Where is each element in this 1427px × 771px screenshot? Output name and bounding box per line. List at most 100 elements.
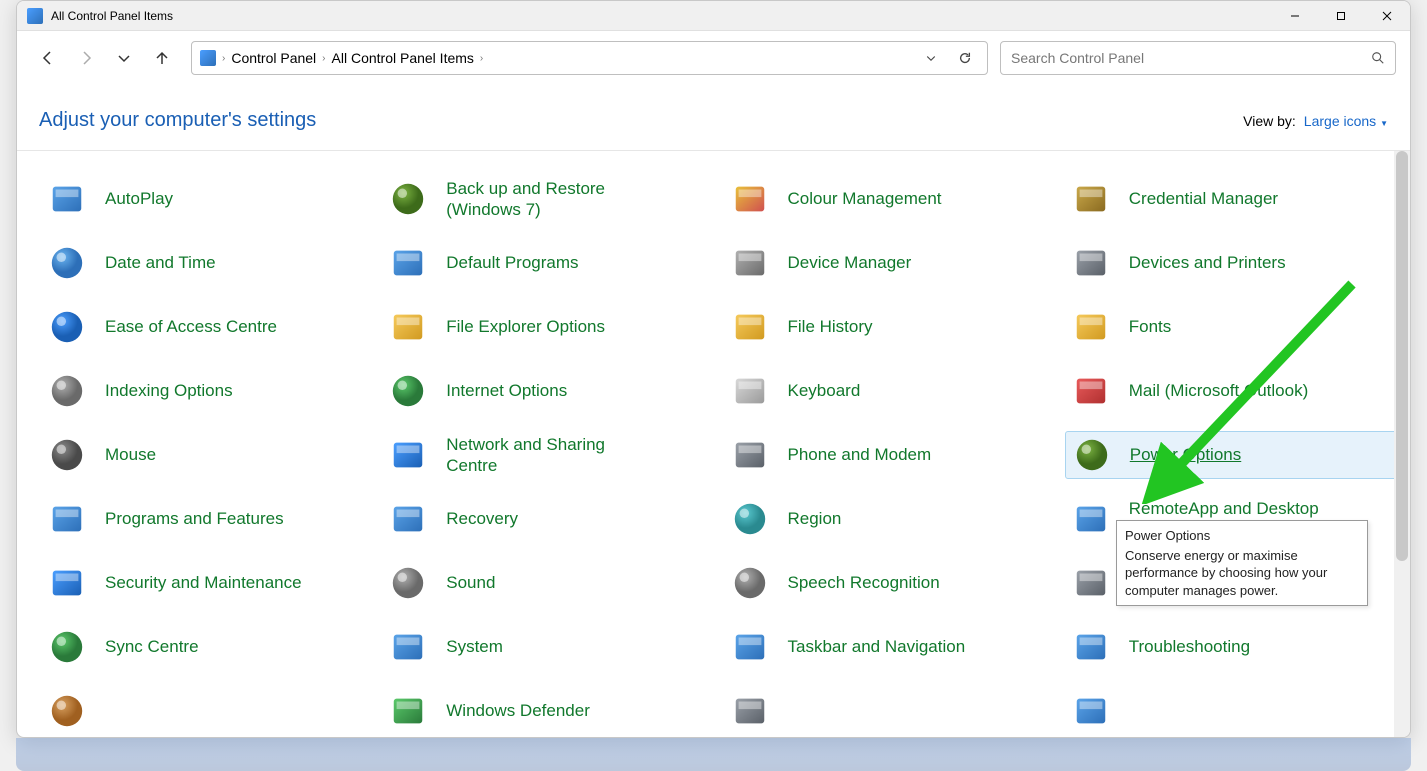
defender-icon	[388, 691, 428, 731]
cpl-item-autoplay[interactable]: AutoPlay	[41, 175, 374, 223]
content-area: AutoPlay Back up and Restore (Windows 7)…	[17, 151, 1410, 737]
power-icon	[1072, 435, 1112, 475]
cpl-item-label: Indexing Options	[105, 380, 233, 401]
forward-button[interactable]	[69, 41, 103, 75]
cpl-item-devicemgr[interactable]: Device Manager	[724, 239, 1057, 287]
search-box[interactable]	[1000, 41, 1396, 75]
tooltip-body: Conserve energy or maximise performance …	[1125, 547, 1359, 600]
devprint-icon	[1071, 243, 1111, 283]
recent-button[interactable]	[107, 41, 141, 75]
page-title: Adjust your computer's settings	[39, 109, 316, 132]
cpl-item-defaultprog[interactable]: Default Programs	[382, 239, 715, 287]
cpl-item-mouse[interactable]: Mouse	[41, 431, 374, 479]
viewby-dropdown[interactable]: Large icons ▼	[1304, 113, 1388, 129]
cpl-item-taskbar[interactable]: Taskbar and Navigation	[724, 623, 1057, 671]
address-icon	[200, 50, 216, 66]
system-icon	[388, 627, 428, 667]
cpl-item-recovery[interactable]: Recovery	[382, 495, 715, 543]
view-by-control: View by: Large icons ▼	[1243, 113, 1388, 129]
cpl-item-wintools[interactable]	[1065, 687, 1398, 735]
cpl-item-label: Devices and Printers	[1129, 252, 1286, 273]
taskbar-icon	[730, 627, 770, 667]
sound-icon	[388, 563, 428, 603]
window-controls	[1272, 1, 1410, 30]
up-button[interactable]	[145, 41, 179, 75]
cpl-item-label: Programs and Features	[105, 508, 284, 529]
search-input[interactable]	[1011, 50, 1371, 66]
cpl-item-label: Mail (Microsoft Outlook)	[1129, 380, 1308, 401]
sync-icon	[47, 627, 87, 667]
cpl-item-system[interactable]: System	[382, 623, 715, 671]
cpl-item-phone[interactable]: Phone and Modem	[724, 431, 1057, 479]
cpl-item-filehist[interactable]: File History	[724, 303, 1057, 351]
cpl-item-label: System	[446, 636, 503, 657]
cpl-item-speech[interactable]: Speech Recognition	[724, 559, 1057, 607]
navigation-bar: › Control Panel› All Control Panel Items…	[17, 31, 1410, 85]
back-button[interactable]	[31, 41, 65, 75]
breadcrumb-root[interactable]: Control Panel›	[231, 50, 325, 66]
programs-icon	[47, 499, 87, 539]
credential-icon	[1071, 179, 1111, 219]
search-icon	[1371, 51, 1385, 65]
mobility-icon	[730, 691, 770, 731]
address-bar[interactable]: › Control Panel› All Control Panel Items…	[191, 41, 988, 75]
cpl-item-fileexp[interactable]: File Explorer Options	[382, 303, 715, 351]
chevron-down-icon: ▼	[1380, 119, 1388, 128]
security-icon	[47, 563, 87, 603]
cpl-item-indexing[interactable]: Indexing Options	[41, 367, 374, 415]
refresh-button[interactable]	[951, 44, 979, 72]
cpl-item-mobility[interactable]	[724, 687, 1057, 735]
cpl-item-ease[interactable]: Ease of Access Centre	[41, 303, 374, 351]
cpl-item-datetime[interactable]: Date and Time	[41, 239, 374, 287]
cpl-item-sound[interactable]: Sound	[382, 559, 715, 607]
fileexp-icon	[388, 307, 428, 347]
cpl-item-useraccounts[interactable]	[41, 687, 374, 735]
phone-icon	[730, 435, 770, 475]
remoteapp-icon	[1071, 499, 1111, 539]
cpl-item-devprint[interactable]: Devices and Printers	[1065, 239, 1398, 287]
cpl-item-region[interactable]: Region	[724, 495, 1057, 543]
app-icon	[27, 8, 43, 24]
cpl-item-label: Security and Maintenance	[105, 572, 302, 593]
breadcrumb-current[interactable]: All Control Panel Items›	[332, 50, 484, 66]
network-icon	[388, 435, 428, 475]
scrollbar-thumb[interactable]	[1396, 151, 1408, 561]
tooltip-title: Power Options	[1125, 527, 1359, 545]
cpl-item-internet[interactable]: Internet Options	[382, 367, 715, 415]
backup-icon	[388, 179, 428, 219]
defaultprog-icon	[388, 243, 428, 283]
cpl-item-label: Taskbar and Navigation	[788, 636, 966, 657]
tooltip: Power Options Conserve energy or maximis…	[1116, 520, 1368, 606]
cpl-item-label: Sound	[446, 572, 495, 593]
recovery-icon	[388, 499, 428, 539]
cpl-item-power[interactable]: Power Options	[1065, 431, 1398, 479]
cpl-item-defender[interactable]: Windows Defender	[382, 687, 715, 735]
cpl-item-backup[interactable]: Back up and Restore (Windows 7)	[382, 175, 715, 223]
address-dropdown-button[interactable]	[917, 44, 945, 72]
cpl-item-mail[interactable]: Mail (Microsoft Outlook)	[1065, 367, 1398, 415]
cpl-item-label: Ease of Access Centre	[105, 316, 277, 337]
filehist-icon	[730, 307, 770, 347]
cpl-item-network[interactable]: Network and Sharing Centre	[382, 431, 715, 479]
fonts-icon	[1071, 307, 1111, 347]
titlebar: All Control Panel Items	[17, 1, 1410, 31]
cpl-item-troubleshoot[interactable]: Troubleshooting	[1065, 623, 1398, 671]
maximize-button[interactable]	[1318, 1, 1364, 30]
cpl-item-label: File History	[788, 316, 873, 337]
cpl-item-label: Keyboard	[788, 380, 861, 401]
cpl-item-credential[interactable]: Credential Manager	[1065, 175, 1398, 223]
cpl-item-keyboard[interactable]: Keyboard	[724, 367, 1057, 415]
close-button[interactable]	[1364, 1, 1410, 30]
breadcrumb-sep-root: ›	[222, 53, 225, 64]
cpl-item-security[interactable]: Security and Maintenance	[41, 559, 374, 607]
vertical-scrollbar[interactable]	[1394, 151, 1410, 737]
cpl-item-sync[interactable]: Sync Centre	[41, 623, 374, 671]
cpl-item-colour[interactable]: Colour Management	[724, 175, 1057, 223]
cpl-item-label: Mouse	[105, 444, 156, 465]
cpl-item-programs[interactable]: Programs and Features	[41, 495, 374, 543]
mail-icon	[1071, 371, 1111, 411]
cpl-item-fonts[interactable]: Fonts	[1065, 303, 1398, 351]
cpl-item-label: Internet Options	[446, 380, 567, 401]
minimize-button[interactable]	[1272, 1, 1318, 30]
troubleshoot-icon	[1071, 627, 1111, 667]
